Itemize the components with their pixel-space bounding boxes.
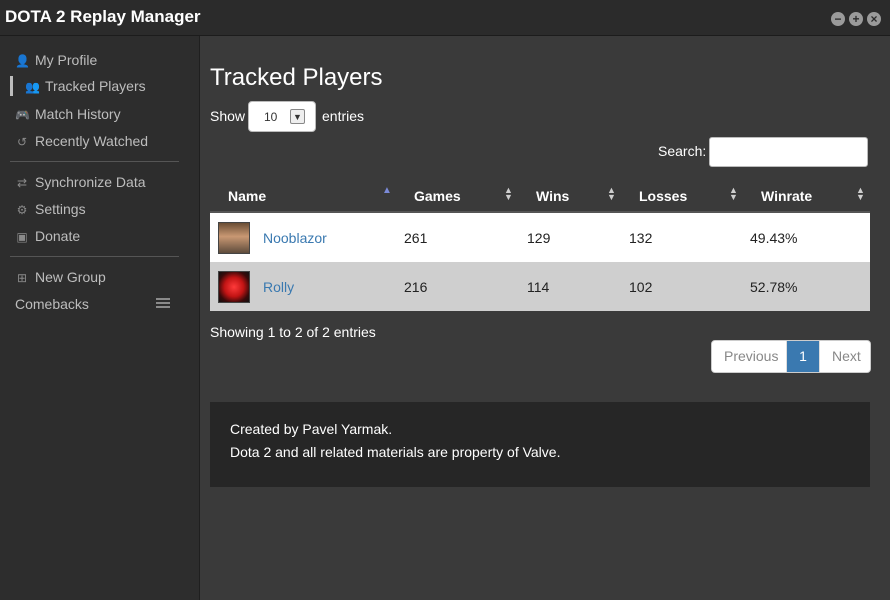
games-cell: 216	[404, 279, 428, 295]
sort-asc-icon[interactable]: ▲	[382, 186, 392, 196]
search-label: Search:	[658, 143, 707, 159]
table-header: Name ▲ Games ▲ ▼ Wins ▲ ▼ Losses ▲ ▼ Winrat…	[210, 176, 870, 213]
app-title: DOTA 2 Replay Manager	[5, 7, 201, 26]
sidebar-item-donate[interactable]: ▣ Donate	[15, 226, 80, 246]
next-page-button[interactable]: Next	[819, 341, 870, 372]
footer-copyright: Dota 2 and all related materials are pro…	[230, 444, 561, 460]
footer-credit: Created by Pavel Yarmak.	[230, 421, 393, 437]
pagination: Previous 1 Next	[711, 340, 871, 373]
gamepad-icon: 🎮	[15, 108, 30, 122]
players-table: Name ▲ Games ▲ ▼ Wins ▲ ▼ Losses ▲ ▼ Winrat…	[210, 176, 870, 311]
avatar[interactable]	[218, 222, 250, 254]
main-content: Tracked Players Show 10 ▼ entries Search…	[201, 36, 890, 600]
sidebar-item-new-group[interactable]: ⊞ New Group	[15, 267, 106, 287]
menu-icon[interactable]	[156, 298, 170, 309]
maximize-icon[interactable]: +	[849, 12, 863, 26]
sidebar-item-label: Recently Watched	[35, 133, 149, 149]
title-bar: DOTA 2 Replay Manager − + ×	[0, 0, 890, 36]
sidebar-divider	[10, 161, 179, 162]
avatar[interactable]	[218, 271, 250, 303]
page-title: Tracked Players	[210, 64, 383, 91]
losses-cell: 102	[629, 279, 653, 295]
plus-square-icon: ⊞	[16, 271, 28, 285]
table-row[interactable]: Rolly 216 114 102 52.78%	[210, 262, 870, 311]
gear-icon: ⚙	[16, 203, 28, 217]
sidebar-item-label: Synchronize Data	[35, 174, 146, 190]
sort-icon[interactable]: ▲ ▼	[729, 186, 738, 202]
sidebar-item-synchronize-data[interactable]: ⇄ Synchronize Data	[15, 172, 146, 192]
search-input[interactable]	[709, 137, 868, 167]
player-name-link[interactable]: Nooblazor	[263, 230, 327, 246]
column-header-winrate[interactable]: Winrate	[761, 188, 812, 204]
page-length-value: 10	[264, 110, 278, 124]
column-header-wins[interactable]: Wins	[536, 188, 569, 204]
games-cell: 261	[404, 230, 428, 246]
show-label: Show	[210, 108, 246, 124]
entries-label: entries	[322, 108, 365, 124]
sidebar-item-label: My Profile	[35, 52, 98, 68]
sidebar-item-my-profile[interactable]: 👤 My Profile	[15, 50, 97, 70]
page-length-select[interactable]: 10 ▼	[248, 101, 316, 132]
page-1-button[interactable]: 1	[787, 341, 819, 372]
sidebar-item-comebacks[interactable]: Comebacks	[15, 294, 89, 314]
previous-page-button[interactable]: Previous	[712, 341, 787, 372]
sort-icon[interactable]: ▲ ▼	[504, 186, 513, 202]
footer: Created by Pavel Yarmak. Dota 2 and all …	[210, 402, 870, 487]
sidebar-item-match-history[interactable]: 🎮 Match History	[15, 104, 121, 124]
sidebar-item-label: Tracked Players	[45, 78, 146, 94]
sidebar-item-label: New Group	[35, 269, 106, 285]
table-info: Showing 1 to 2 of 2 entries	[210, 324, 376, 340]
history-icon: ↺	[16, 135, 28, 149]
column-header-name[interactable]: Name	[228, 188, 266, 204]
money-icon: ▣	[16, 230, 28, 244]
losses-cell: 132	[629, 230, 653, 246]
chevron-down-icon: ▼	[290, 109, 305, 124]
sidebar-item-label: Donate	[35, 228, 81, 244]
close-icon[interactable]: ×	[867, 12, 881, 26]
sort-icon[interactable]: ▲ ▼	[856, 186, 865, 202]
sort-icon[interactable]: ▲ ▼	[607, 186, 616, 202]
sidebar: 👤 My Profile 👥 Tracked Players 🎮 Match Hist…	[0, 36, 200, 600]
sidebar-divider	[10, 256, 179, 257]
sync-icon: ⇄	[16, 176, 28, 190]
player-name-link[interactable]: Rolly	[263, 279, 294, 295]
users-icon: 👥	[25, 80, 40, 94]
sidebar-item-label: Comebacks	[15, 296, 89, 312]
winrate-cell: 52.78%	[750, 279, 798, 295]
sidebar-item-settings[interactable]: ⚙ Settings	[15, 199, 86, 219]
user-icon: 👤	[15, 54, 30, 68]
minimize-icon[interactable]: −	[831, 12, 845, 26]
table-row[interactable]: Nooblazor 261 129 132 49.43%	[210, 213, 870, 262]
wins-cell: 114	[527, 279, 550, 295]
column-header-losses[interactable]: Losses	[639, 188, 687, 204]
column-header-games[interactable]: Games	[414, 188, 461, 204]
wins-cell: 129	[527, 230, 551, 246]
sidebar-item-label: Match History	[35, 106, 121, 122]
sidebar-item-tracked-players[interactable]: 👥 Tracked Players	[10, 76, 146, 96]
winrate-cell: 49.43%	[750, 230, 798, 246]
sidebar-item-label: Settings	[35, 201, 86, 217]
sidebar-item-recently-watched[interactable]: ↺ Recently Watched	[15, 131, 148, 151]
